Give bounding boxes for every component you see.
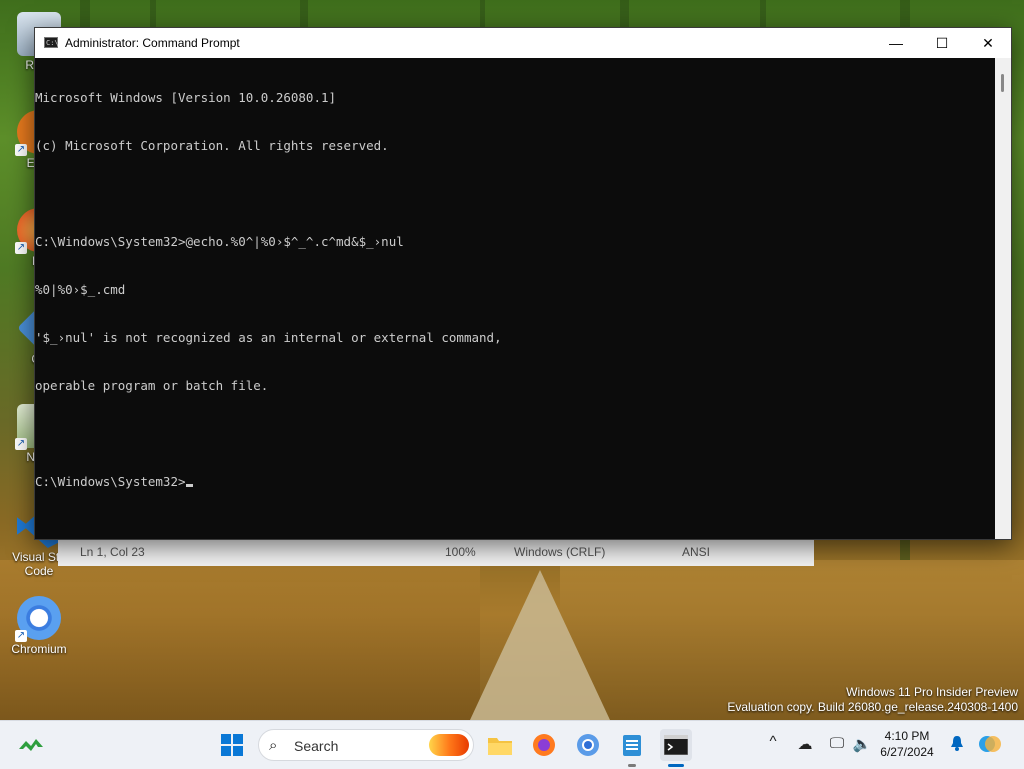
taskbar: ⌕ Search ^ ☁ 🖵 🔈 4:10 PM 6/27/2024 xyxy=(0,720,1024,769)
watermark-edition: Windows 11 Pro Insider Preview xyxy=(846,685,1018,699)
onedrive-offline-icon[interactable]: ☁ xyxy=(794,735,816,753)
clock-date: 6/27/2024 xyxy=(880,745,934,759)
console-prompt: C:\Windows\System32> xyxy=(35,474,186,489)
start-button[interactable] xyxy=(216,729,248,761)
vertical-scrollbar[interactable] xyxy=(995,58,1011,539)
notepad-status-bar: Ln 1, Col 23 100% Windows (CRLF) ANSI xyxy=(58,537,814,566)
desktop-icon-chromium[interactable]: ↗ Chromium xyxy=(4,596,74,656)
maximize-button[interactable]: ☐ xyxy=(919,28,965,58)
notification-bell-icon[interactable] xyxy=(946,735,968,755)
console-prompt-line[interactable]: C:\Windows\System32> xyxy=(35,474,995,490)
status-encoding[interactable]: ANSI xyxy=(682,545,710,559)
console-line: %0|%0›$_.cmd xyxy=(35,282,126,297)
status-zoom[interactable]: 100% xyxy=(445,545,476,559)
folder-icon xyxy=(488,738,512,755)
widgets-button[interactable] xyxy=(18,735,44,755)
console-line: '$_›nul' is not recognized as an interna… xyxy=(35,330,502,345)
copilot-icon[interactable] xyxy=(978,732,1001,760)
active-indicator xyxy=(668,764,684,767)
taskbar-chromium[interactable] xyxy=(572,729,604,761)
status-line-endings[interactable]: Windows (CRLF) xyxy=(514,545,605,559)
chromium-icon: ↗ xyxy=(15,596,61,642)
console-output[interactable]: Microsoft Windows [Version 10.0.26080.1]… xyxy=(35,58,995,539)
text-cursor xyxy=(185,484,193,487)
title-bar[interactable]: C:\ Administrator: Command Prompt — ☐ ✕ xyxy=(35,28,1011,58)
windows-watermark: Windows 11 Pro Insider Preview Evaluatio… xyxy=(727,685,1018,715)
console-line: operable program or batch file. xyxy=(35,378,269,393)
search-placeholder: Search xyxy=(294,738,339,754)
terminal-icon xyxy=(663,734,689,756)
search-highlight-icon xyxy=(429,734,469,756)
status-position: Ln 1, Col 23 xyxy=(80,545,145,559)
taskbar-notepad[interactable] xyxy=(616,729,648,767)
clock-time: 4:10 PM xyxy=(884,729,930,743)
command-prompt-window[interactable]: C:\ Administrator: Command Prompt — ☐ ✕ … xyxy=(34,27,1012,540)
taskbar-command-prompt[interactable] xyxy=(660,729,692,767)
tray-overflow-chevron[interactable]: ^ xyxy=(762,733,784,750)
scrollbar-thumb[interactable] xyxy=(1001,74,1004,92)
volume-icon[interactable]: 🔈 xyxy=(851,735,873,753)
notepad-icon xyxy=(623,735,641,756)
taskbar-search[interactable]: ⌕ Search xyxy=(258,729,474,761)
running-indicator xyxy=(628,764,636,767)
taskbar-file-explorer[interactable] xyxy=(484,729,516,761)
console-line: Microsoft Windows [Version 10.0.26080.1] xyxy=(35,90,337,105)
firefox-icon xyxy=(533,734,555,756)
minimize-button[interactable]: — xyxy=(873,28,919,58)
chromium-icon xyxy=(577,734,599,756)
console-line: C:\Windows\System32>@echo.%0^|%0›$^_^.c^… xyxy=(35,234,404,249)
widgets-icon xyxy=(19,739,43,751)
window-title: Administrator: Command Prompt xyxy=(65,36,240,50)
watermark-build: Evaluation copy. Build 26080.ge_release.… xyxy=(727,700,1018,714)
clock[interactable]: 4:10 PM 6/27/2024 xyxy=(872,728,942,760)
network-icon[interactable]: 🖵 xyxy=(826,735,848,752)
console-line: (c) Microsoft Corporation. All rights re… xyxy=(35,138,389,153)
cmd-icon: C:\ xyxy=(44,37,59,48)
taskbar-firefox[interactable] xyxy=(528,729,560,761)
windows-logo-icon xyxy=(221,734,243,756)
search-icon: ⌕ xyxy=(269,737,278,754)
close-button[interactable]: ✕ xyxy=(965,28,1011,58)
